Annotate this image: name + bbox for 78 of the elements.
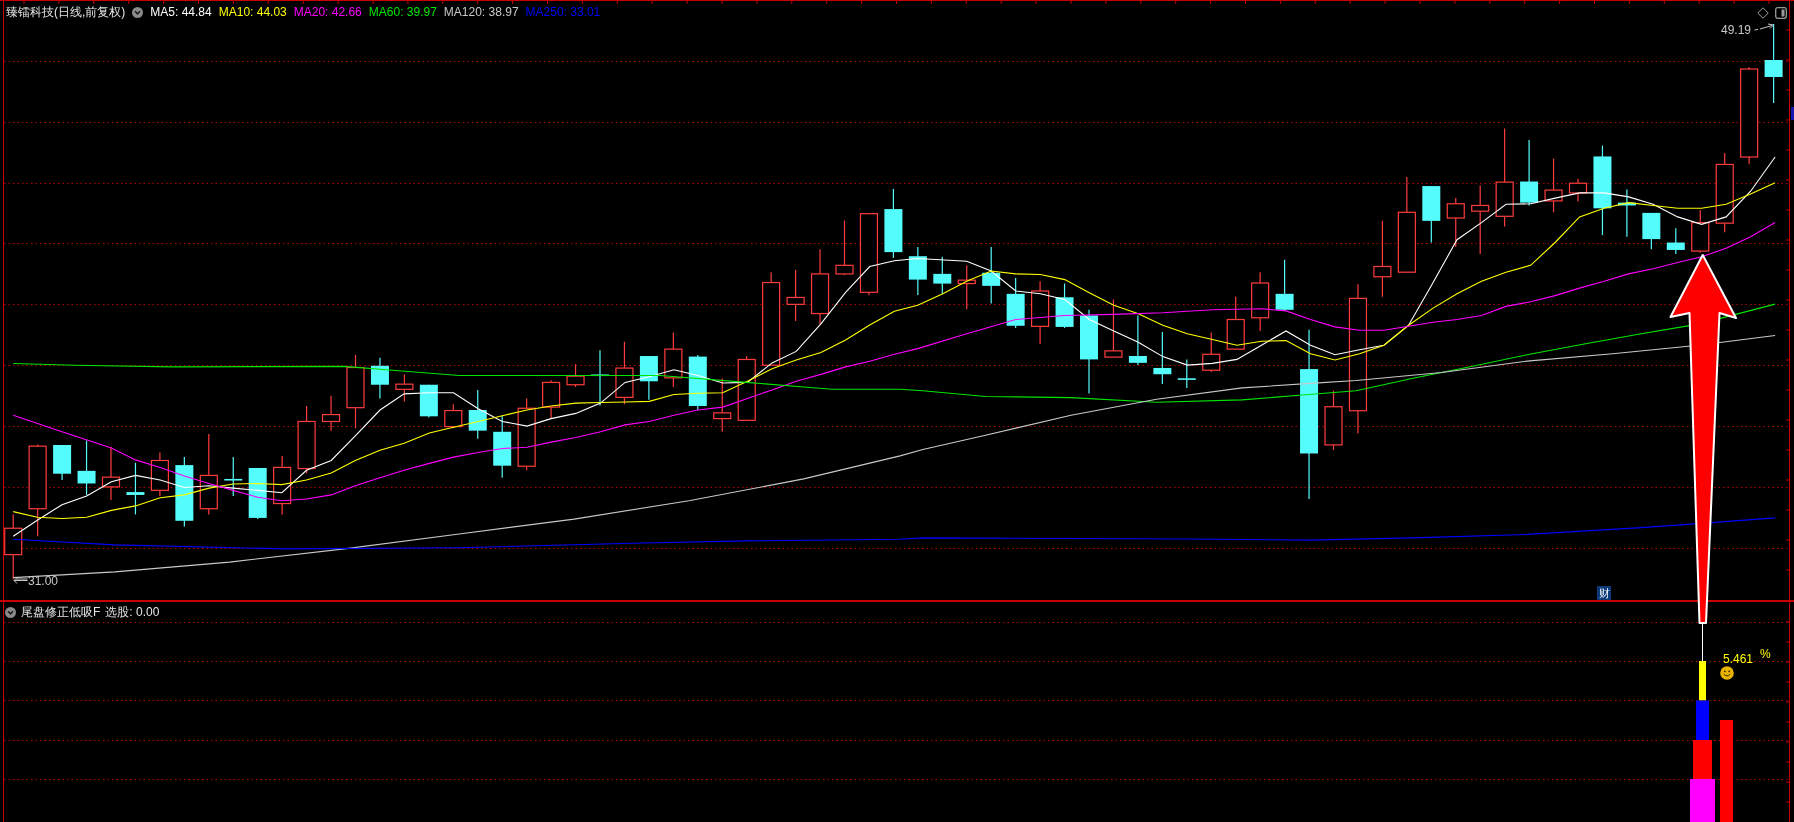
candlestick [1520, 139, 1539, 207]
candlestick [591, 349, 609, 406]
candlestick [566, 363, 585, 388]
candlestick [615, 341, 634, 405]
candlestick [493, 415, 512, 479]
candlestick [444, 403, 463, 429]
candlestick [1251, 271, 1270, 332]
low-price-label: 31.00 [28, 574, 59, 588]
candlestick [908, 246, 927, 296]
candlestick [1471, 184, 1490, 255]
chevron-circle-icon[interactable] [5, 606, 16, 618]
candlestick [1617, 188, 1636, 238]
candlestick [639, 355, 658, 401]
candlestick [297, 405, 316, 474]
candlestick [1691, 209, 1710, 254]
candlestick [77, 439, 96, 496]
finance-event-marker[interactable]: 财 [1597, 586, 1611, 600]
candlestick [1202, 332, 1221, 373]
candlestick [1324, 390, 1343, 451]
candlestick [713, 377, 732, 433]
candlestick [4, 513, 23, 580]
candlestick [1226, 296, 1245, 350]
candlestick [468, 389, 487, 440]
moving-average-reading: MA10: 44.03 [218, 4, 287, 20]
candlestick [786, 269, 805, 322]
candlestick [1544, 158, 1563, 213]
stock-title: 臻镭科技(日线,前复权) [6, 4, 126, 20]
candlestick [957, 264, 976, 310]
candlestick [1128, 314, 1147, 366]
candlestick [542, 379, 561, 420]
candlestick [126, 462, 145, 516]
candlestick [321, 395, 341, 432]
candlestick [835, 219, 854, 276]
leader-arrow [13, 576, 28, 585]
candlestick [1153, 331, 1172, 385]
candlestick [933, 256, 952, 295]
candlestick [1642, 212, 1661, 250]
candlestick [273, 455, 292, 516]
candlestick [53, 444, 72, 481]
candlestick [982, 246, 1001, 305]
candlestick [688, 354, 707, 411]
candlestick [1568, 178, 1588, 203]
high-price-label: 49.19 [1721, 23, 1752, 37]
candlestick [737, 355, 756, 421]
candlestick [884, 188, 903, 259]
candlestick [1031, 280, 1050, 345]
smiley-icon [1720, 666, 1734, 680]
candlestick [224, 456, 243, 497]
candlestick [1446, 197, 1465, 248]
candlestick [1275, 259, 1294, 312]
candlestick [1666, 227, 1685, 255]
moving-average-reading: MA120: 38.97 [443, 4, 519, 20]
candlestick [1177, 358, 1196, 389]
candlestick [370, 357, 389, 400]
indicator-value: 5.461 [1723, 652, 1754, 666]
candlestick [664, 331, 683, 388]
moving-average-reading: MA5: 44.84 [150, 4, 212, 20]
candlestick [175, 456, 194, 528]
candlestick [1006, 277, 1025, 329]
leader-arrow [1754, 21, 1775, 33]
price-tag-marker [1791, 107, 1794, 120]
chevron-circle-icon[interactable] [132, 6, 144, 18]
candlestick [1104, 298, 1123, 358]
candlestick [1055, 282, 1074, 329]
moving-average-reading: MA60: 39.97 [368, 4, 437, 20]
moving-average-reading: MA20: 42.66 [293, 4, 362, 20]
moving-average-reading: MA250: 33.01 [525, 4, 601, 20]
indicator-reading: 选股: 0.00 [105, 604, 160, 620]
candlestick [101, 446, 121, 501]
split-square-icon[interactable] [1775, 7, 1787, 19]
indicator-title: 尾盘修正低吸F [21, 604, 101, 620]
unit-label: % [1760, 647, 1771, 661]
candlestick [395, 373, 414, 402]
candlestick [1422, 185, 1441, 244]
diamond-icon[interactable] [1757, 7, 1769, 19]
candlestick [248, 467, 267, 520]
candlestick [150, 451, 169, 497]
candlestick [419, 384, 438, 419]
